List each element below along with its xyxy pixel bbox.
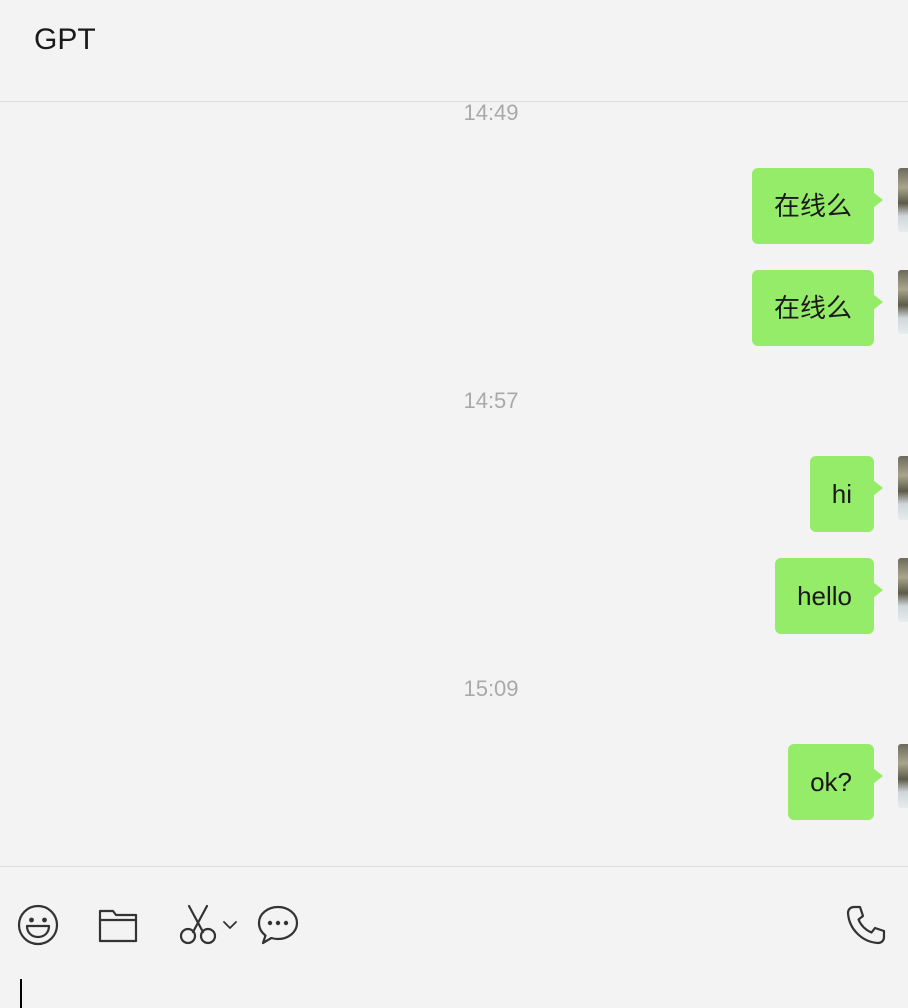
avatar[interactable] bbox=[898, 744, 908, 808]
chat-bubble-icon bbox=[257, 905, 299, 945]
chat-window: GPT 14:49 在线么 在线么 14:57 hi hello 15:09 o… bbox=[0, 0, 908, 1008]
phone-icon bbox=[846, 905, 886, 945]
message-row: 在线么 bbox=[708, 168, 908, 244]
message-bubble[interactable]: hi bbox=[809, 456, 884, 532]
message-bubble[interactable]: 在线么 bbox=[751, 168, 884, 244]
message-row: hi bbox=[708, 456, 908, 532]
message-bubble[interactable]: 在线么 bbox=[751, 270, 884, 346]
scissors-icon bbox=[179, 904, 217, 945]
voice-call-button[interactable] bbox=[844, 903, 888, 947]
screenshot-options-button[interactable] bbox=[218, 903, 242, 947]
message-row: ok? bbox=[708, 744, 908, 820]
file-button[interactable] bbox=[96, 903, 140, 947]
timestamp: 14:57 bbox=[463, 388, 519, 413]
message-bubble[interactable]: hello bbox=[775, 558, 883, 634]
avatar[interactable] bbox=[898, 558, 908, 622]
emoji-icon bbox=[17, 904, 59, 946]
timestamp: 15:09 bbox=[463, 676, 519, 701]
chat-header: GPT bbox=[0, 0, 908, 102]
folder-icon bbox=[98, 909, 138, 943]
chat-history-button[interactable] bbox=[256, 903, 300, 947]
message-input[interactable] bbox=[20, 979, 22, 1008]
message-row: 在线么 bbox=[708, 270, 908, 346]
chat-title: GPT bbox=[34, 23, 96, 56]
avatar[interactable] bbox=[898, 168, 908, 232]
avatar[interactable] bbox=[898, 270, 908, 334]
emoji-button[interactable] bbox=[16, 903, 60, 947]
screenshot-button[interactable] bbox=[176, 903, 220, 947]
message-list[interactable]: 14:49 在线么 在线么 14:57 hi hello 15:09 ok? bbox=[0, 102, 908, 866]
timestamp: 14:49 bbox=[463, 102, 519, 125]
avatar[interactable] bbox=[898, 456, 908, 520]
message-row: hello bbox=[708, 558, 908, 634]
composer bbox=[0, 866, 908, 1008]
message-bubble[interactable]: ok? bbox=[788, 744, 883, 820]
chevron-down-icon bbox=[223, 921, 237, 929]
